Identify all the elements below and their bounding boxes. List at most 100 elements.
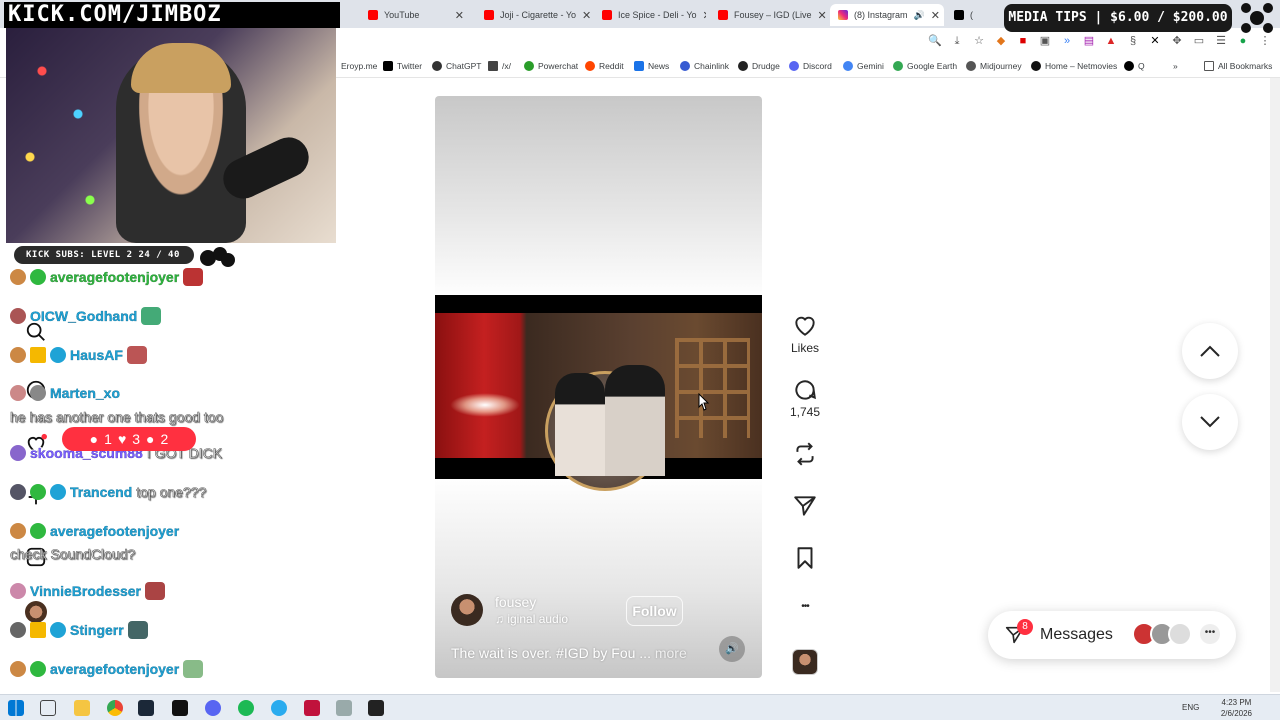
chrome-icon[interactable] — [107, 700, 123, 716]
close-tab-icon[interactable]: ✕ — [455, 9, 464, 22]
reel-caption: The wait is over. #IGD by Fou ... more — [451, 645, 687, 661]
author-name[interactable]: fousey — [495, 594, 568, 610]
caption-more-link[interactable]: more — [655, 645, 687, 661]
notification-pill[interactable]: ● 1 ♥ 3 ● 2 — [62, 427, 196, 451]
reel-audio[interactable]: ♫ iginal audio — [495, 612, 568, 626]
tab-ice-spice[interactable]: Ice Spice - Deli - Yo ✕ — [594, 4, 706, 26]
extension-icon[interactable]: ■ — [1016, 34, 1030, 48]
bookmark-item[interactable]: Twitter — [383, 61, 422, 71]
bookmark-item[interactable]: Drudge — [738, 61, 780, 71]
tab-instagram[interactable]: (8) Instagram 🔊 ✕ — [830, 4, 944, 26]
close-tab-icon[interactable]: ✕ — [931, 9, 940, 22]
app-icon[interactable] — [336, 700, 352, 716]
extension-icon[interactable]: § — [1126, 34, 1140, 48]
steam-icon[interactable] — [138, 700, 154, 716]
file-explorer-icon[interactable] — [74, 700, 90, 716]
app-icon[interactable] — [368, 700, 384, 716]
bookmark-item[interactable]: Reddit — [585, 61, 624, 71]
telegram-icon[interactable] — [271, 700, 287, 716]
more-icon: ••• — [801, 601, 810, 612]
discord-icon[interactable] — [205, 700, 221, 716]
x-icon[interactable]: ✕ — [1148, 34, 1162, 48]
kebab-menu-icon[interactable]: ⋮ — [1258, 34, 1272, 48]
bookmark-item[interactable]: Gemini — [843, 61, 884, 71]
like-button[interactable]: Likes — [790, 313, 820, 355]
windows-start-icon[interactable] — [8, 700, 24, 716]
profile-avatar-icon[interactable]: ● — [1236, 34, 1250, 48]
mute-button[interactable]: 🔊 — [719, 636, 745, 662]
spotify-icon[interactable] — [238, 700, 254, 716]
tab-joji[interactable]: Joji - Cigarette - Yo ✕ — [476, 4, 590, 26]
user-badge — [10, 308, 26, 324]
bookmark-item[interactable]: Google Earth — [893, 61, 957, 71]
chat-username: VinnieBrodesser — [30, 583, 142, 599]
all-bookmarks-button[interactable]: All Bookmarks — [1204, 61, 1272, 71]
bookmark-item[interactable]: Discord — [789, 61, 832, 71]
close-tab-icon[interactable]: ✕ — [582, 9, 590, 22]
extensions-puzzle-icon[interactable]: ✥ — [1170, 34, 1184, 48]
share-button[interactable] — [790, 493, 820, 519]
bookmark-item[interactable]: Powerchat — [524, 61, 578, 71]
tab-x[interactable]: ( — [946, 4, 1002, 26]
media-icon[interactable]: ▭ — [1192, 34, 1206, 48]
chat-message: Marten_xo — [10, 385, 120, 401]
bookmark-star-icon[interactable]: ☆ — [972, 34, 986, 48]
close-tab-icon[interactable]: ✕ — [818, 9, 826, 22]
chat-username: Marten_xo — [50, 385, 121, 401]
tab-youtube[interactable]: YouTube ✕ — [360, 4, 472, 26]
kick-logo-icon — [200, 247, 235, 267]
repost-button[interactable] — [790, 441, 820, 467]
profile-avatar[interactable] — [25, 601, 47, 623]
extension-icon[interactable]: ▲ — [1104, 34, 1118, 48]
extension-icon[interactable]: » — [1060, 34, 1074, 48]
heart-icon — [795, 316, 815, 336]
bookmark-item[interactable]: Midjourney — [966, 61, 1022, 71]
messages-more-icon[interactable]: ••• — [1200, 624, 1220, 644]
task-view-icon[interactable] — [40, 700, 56, 716]
next-reel-button[interactable] — [1182, 394, 1238, 450]
extension-icon[interactable]: ▣ — [1038, 34, 1052, 48]
follow-count: 2 — [160, 431, 169, 447]
netmovies-icon — [1031, 61, 1041, 71]
input-language[interactable]: ENG — [1182, 703, 1199, 712]
music-note-icon: ♫ — [495, 612, 508, 626]
metamask-icon[interactable]: ◆ — [994, 34, 1008, 48]
follow-button[interactable]: Follow — [626, 596, 683, 626]
bookmark-item[interactable]: News — [634, 61, 669, 71]
terminal-icon[interactable] — [172, 700, 188, 716]
chat-message-text: he has another one thats good too — [10, 409, 224, 426]
user-badge — [10, 484, 26, 500]
bookmarks-overflow-button[interactable]: » — [1173, 61, 1178, 71]
system-clock[interactable]: 4:23 PM 2/6/2026 — [1221, 697, 1252, 719]
bookmark-item[interactable]: /x/ — [488, 61, 511, 71]
app-icon[interactable] — [304, 700, 320, 716]
bookmark-item[interactable]: Chainlink — [680, 61, 729, 71]
youtube-icon — [368, 10, 378, 20]
reel-card[interactable]: fousey ♫ iginal audio Follow The wait is… — [435, 96, 762, 678]
bookmark-item[interactable]: Eroyp.me — [341, 61, 377, 71]
page-scrollbar[interactable] — [1270, 78, 1280, 692]
bookmark-item[interactable]: ChatGPT — [432, 61, 481, 71]
bookmark-item[interactable]: Home – Netmovies — [1031, 61, 1117, 71]
menu-list-icon[interactable]: ☰ — [1214, 34, 1228, 48]
chainlink-icon — [680, 61, 690, 71]
zoom-icon[interactable]: 🔍 — [928, 34, 942, 48]
original-audio-thumbnail[interactable] — [792, 649, 818, 675]
close-tab-icon[interactable]: ✕ — [703, 9, 706, 22]
more-options-button[interactable]: ••• — [790, 599, 820, 612]
tab-fousey[interactable]: Fousey – IGD (Live ✕ — [710, 4, 826, 26]
previous-reel-button[interactable] — [1182, 323, 1238, 379]
save-button[interactable] — [790, 545, 820, 571]
author-avatar[interactable] — [451, 594, 483, 626]
news-icon — [634, 61, 644, 71]
discord-icon — [789, 61, 799, 71]
user-badge — [10, 583, 26, 599]
heart-icon: ♥ — [117, 431, 127, 447]
install-icon[interactable]: ⤓ — [950, 34, 964, 48]
chat-username: OICW_Godhand — [30, 308, 138, 324]
extension-icon[interactable]: ▤ — [1082, 34, 1096, 48]
media-tips-counter: MEDIA TIPS | $6.00 / $200.00 — [1004, 4, 1232, 32]
reel-video[interactable] — [435, 295, 762, 491]
bookmark-item[interactable]: Q — [1124, 61, 1145, 71]
comment-button[interactable]: 1,745 — [790, 377, 820, 419]
